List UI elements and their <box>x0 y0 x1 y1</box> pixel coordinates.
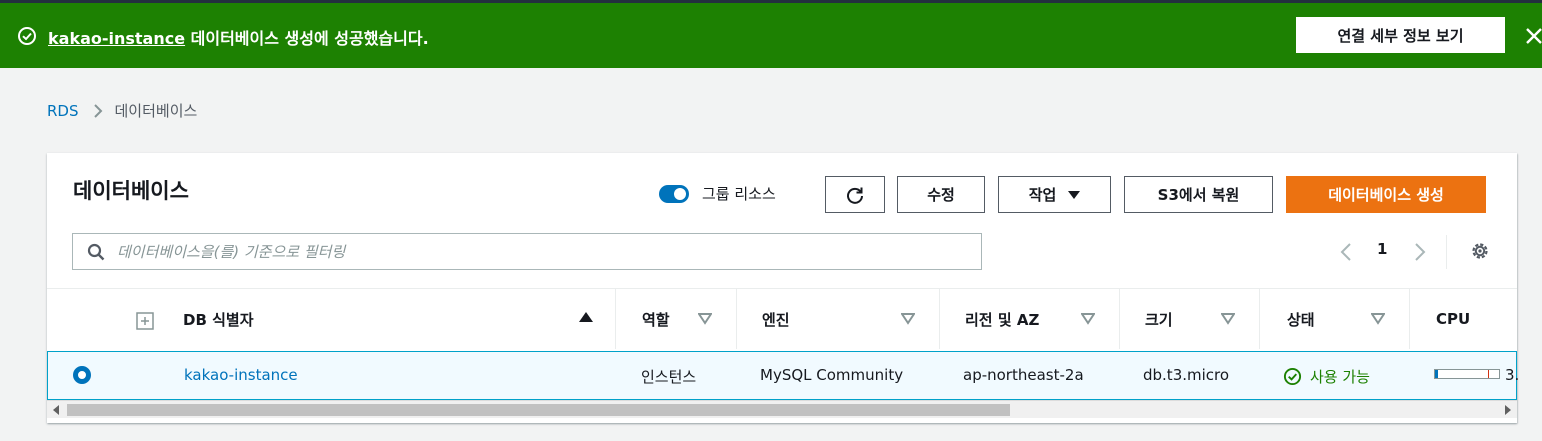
column-header-size[interactable]: 크기 <box>1119 289 1259 349</box>
size-cell: db.t3.micro <box>1143 366 1230 384</box>
column-label: 리전 및 AZ <box>965 310 1040 329</box>
cpu-value: 3. <box>1505 366 1520 384</box>
column-label: 상태 <box>1287 310 1315 329</box>
view-connection-details-button[interactable]: 연결 세부 정보 보기 <box>1296 17 1505 53</box>
filter-input[interactable] <box>117 234 967 269</box>
refresh-icon <box>847 187 863 204</box>
column-label: 엔진 <box>762 310 790 329</box>
filter-search-box[interactable] <box>72 233 982 270</box>
column-header-cpu[interactable]: CPU <box>1409 289 1517 349</box>
column-header-db-identifier[interactable]: DB 식별자 <box>183 289 615 349</box>
sort-ascending-icon <box>579 312 593 322</box>
panel-title: 데이터베이스 <box>73 179 189 203</box>
role-cell: 인스턴스 <box>641 368 697 386</box>
sort-icon <box>1371 313 1385 325</box>
horizontal-scrollbar[interactable] <box>47 400 1517 418</box>
cpu-threshold-mark <box>1488 370 1489 378</box>
gear-icon[interactable] <box>1469 240 1491 262</box>
flash-message: kakao-instance 데이터베이스 생성에 성공했습니다. <box>48 25 429 49</box>
flash-message-text: 데이터베이스 생성에 성공했습니다. <box>185 29 429 48</box>
db-identifier-link[interactable]: kakao-instance <box>184 366 298 384</box>
sort-icon <box>698 313 712 325</box>
cpu-utilization-bar <box>1434 369 1500 379</box>
breadcrumb-rds-link[interactable]: RDS <box>47 102 79 120</box>
table-row[interactable]: kakao-instance 인스턴스 MySQL Community ap-n… <box>47 351 1520 400</box>
breadcrumb: RDS 데이터베이스 <box>47 100 197 121</box>
flash-instance-link[interactable]: kakao-instance <box>48 29 185 48</box>
cpu-bar-fill <box>1435 370 1438 378</box>
sort-icon <box>901 313 915 325</box>
next-page-icon[interactable] <box>1412 241 1428 263</box>
column-header-engine[interactable]: 엔진 <box>736 289 939 349</box>
actions-dropdown-button[interactable]: 작업 <box>998 176 1111 213</box>
create-database-button[interactable]: 데이터베이스 생성 <box>1286 176 1486 213</box>
chevron-right-icon <box>93 103 103 119</box>
table-header: DB 식별자 역할 엔진 리전 및 AZ 크기 상태 CPU <box>47 288 1517 349</box>
group-resources-label: 그룹 리소스 <box>702 185 776 203</box>
caret-down-icon <box>1068 190 1081 200</box>
status-cell: 사용 가능 <box>1283 366 1370 387</box>
column-label: DB 식별자 <box>183 310 254 329</box>
column-header-region-az[interactable]: 리전 및 AZ <box>939 289 1119 349</box>
column-header-status[interactable]: 상태 <box>1259 289 1409 349</box>
region-az-cell: ap-northeast-2a <box>963 366 1084 384</box>
search-icon <box>87 243 105 261</box>
column-label: 크기 <box>1145 310 1173 329</box>
breadcrumb-current: 데이터베이스 <box>114 102 198 120</box>
toggle-knob <box>674 188 686 200</box>
sort-icon <box>1081 313 1095 325</box>
column-label: CPU <box>1436 310 1471 328</box>
previous-page-icon[interactable] <box>1338 241 1354 263</box>
restore-from-s3-button[interactable]: S3에서 복원 <box>1124 176 1273 213</box>
engine-cell: MySQL Community <box>760 366 904 384</box>
sort-icon <box>1221 313 1235 325</box>
check-circle-icon <box>1283 367 1302 386</box>
databases-table: DB 식별자 역할 엔진 리전 및 AZ 크기 상태 CPU kakao-ins… <box>47 288 1520 423</box>
scrollbar-thumb[interactable] <box>67 404 1010 416</box>
close-icon[interactable] <box>1523 25 1542 47</box>
refresh-button[interactable] <box>825 176 885 213</box>
status-text: 사용 가능 <box>1310 368 1370 386</box>
check-circle-icon <box>18 27 36 45</box>
modify-button[interactable]: 수정 <box>897 176 985 213</box>
actions-label: 작업 <box>1028 186 1057 204</box>
pager-divider <box>1446 235 1447 269</box>
group-resources-toggle[interactable] <box>659 185 689 203</box>
column-label: 역할 <box>642 310 670 329</box>
column-header-role[interactable]: 역할 <box>615 289 736 349</box>
databases-panel: 데이터베이스 그룹 리소스 수정 작업 S3에서 복원 데이터베이스 생성 1 <box>47 153 1520 423</box>
scroll-right-icon[interactable] <box>1505 405 1511 415</box>
row-select-radio[interactable] <box>73 366 91 384</box>
success-flash-banner: kakao-instance 데이터베이스 생성에 성공했습니다. 연결 세부 … <box>0 3 1542 68</box>
expand-all-icon[interactable] <box>136 312 154 330</box>
scroll-left-icon[interactable] <box>53 405 59 415</box>
current-page-number[interactable]: 1 <box>1377 240 1387 258</box>
